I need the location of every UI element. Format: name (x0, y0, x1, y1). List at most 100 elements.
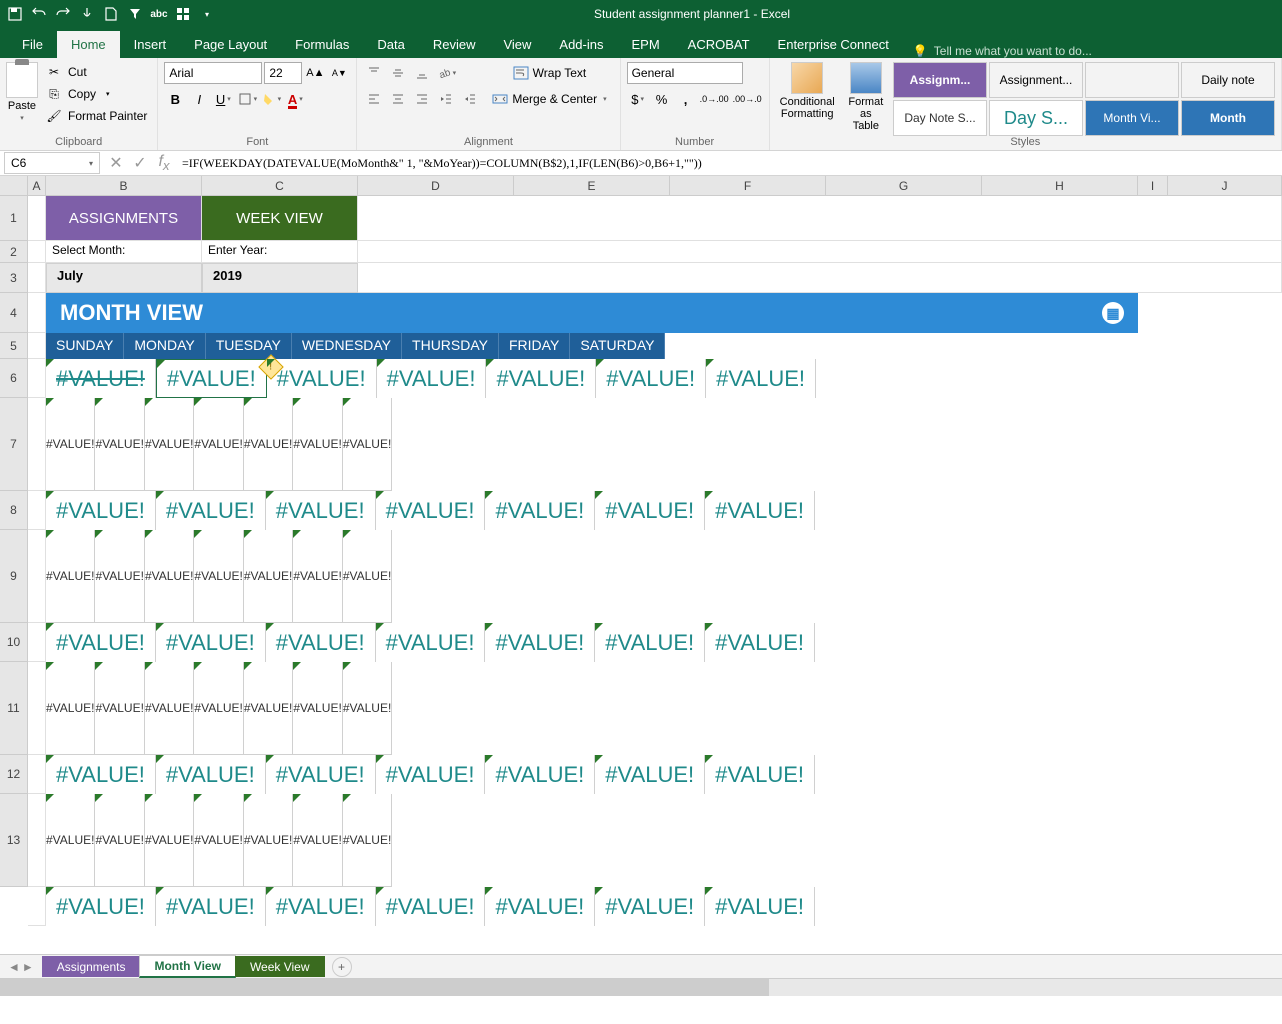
tab-home[interactable]: Home (57, 31, 120, 58)
select-all-corner[interactable] (0, 176, 28, 195)
col-header[interactable]: J (1168, 176, 1282, 195)
calendar-note-cell[interactable]: #VALUE! (244, 794, 293, 887)
calendar-date-cell[interactable]: #VALUE! (156, 491, 266, 530)
tab-enterprise[interactable]: Enterprise Connect (764, 31, 903, 58)
calendar-note-cell[interactable]: #VALUE! (95, 530, 144, 623)
col-header[interactable]: E (514, 176, 670, 195)
new-file-icon[interactable] (100, 3, 122, 25)
col-header[interactable]: G (826, 176, 982, 195)
col-header[interactable]: D (358, 176, 514, 195)
style-assignment[interactable]: Assignment... (989, 62, 1083, 98)
calendar-note-cell[interactable]: #VALUE! (46, 794, 95, 887)
align-left-button[interactable] (363, 88, 385, 110)
calendar-date-cell[interactable]: #VALUE!! (156, 359, 267, 398)
calendar-note-cell[interactable]: #VALUE! (343, 398, 392, 491)
increase-decimal-button[interactable]: .0→.00 (699, 88, 730, 110)
name-box[interactable]: C6▾ (4, 152, 100, 174)
calendar-note-cell[interactable]: #VALUE! (194, 398, 243, 491)
style-daily-note[interactable]: Daily note (1181, 62, 1275, 98)
align-middle-button[interactable] (387, 62, 409, 84)
row-header[interactable]: 1 (0, 196, 28, 241)
calendar-date-cell[interactable]: #VALUE! (156, 623, 266, 662)
row-header[interactable]: 6 (0, 359, 28, 398)
calendar-date-cell[interactable]: #VALUE! (595, 623, 705, 662)
row-header[interactable]: 5 (0, 333, 28, 359)
calendar-date-cell[interactable]: #VALUE! (376, 887, 486, 926)
year-input-cell[interactable]: 2019 (202, 263, 358, 293)
weekview-nav-button[interactable]: WEEK VIEW (202, 196, 358, 241)
pivot-icon[interactable] (172, 3, 194, 25)
row-header[interactable]: 4 (0, 293, 28, 333)
col-header[interactable]: A (28, 176, 46, 195)
align-bottom-button[interactable] (411, 62, 433, 84)
align-top-button[interactable] (363, 62, 385, 84)
tab-data[interactable]: Data (363, 31, 418, 58)
tab-review[interactable]: Review (419, 31, 490, 58)
calendar-icon[interactable]: ▦ (1102, 302, 1124, 324)
font-size-input[interactable] (264, 62, 302, 84)
calendar-note-cell[interactable]: #VALUE! (343, 530, 392, 623)
calendar-date-cell[interactable]: #VALUE! (156, 887, 266, 926)
calendar-date-cell[interactable]: #VALUE! (156, 755, 266, 794)
calendar-note-cell[interactable]: #VALUE! (145, 530, 194, 623)
calendar-date-cell[interactable]: #VALUE! (705, 491, 815, 530)
calendar-note-cell[interactable]: #VALUE! (95, 794, 144, 887)
calendar-note-cell[interactable]: #VALUE! (293, 530, 342, 623)
italic-button[interactable]: I (188, 88, 210, 110)
tab-formulas[interactable]: Formulas (281, 31, 363, 58)
style-month-vi[interactable]: Month Vi... (1085, 100, 1179, 136)
col-header[interactable]: B (46, 176, 202, 195)
accounting-format-button[interactable]: $ (627, 88, 649, 110)
decrease-decimal-button[interactable]: .00→.0 (732, 88, 763, 110)
calendar-note-cell[interactable]: #VALUE! (95, 662, 144, 755)
col-header[interactable]: I (1138, 176, 1168, 195)
tab-addins[interactable]: Add-ins (545, 31, 617, 58)
calendar-date-cell[interactable]: #VALUE! (266, 491, 376, 530)
tell-me-search[interactable]: 💡 Tell me what you want to do... (903, 44, 1102, 58)
decrease-font-button[interactable]: A▼ (328, 62, 350, 84)
calendar-note-cell[interactable]: #VALUE! (293, 794, 342, 887)
sheet-tab-assignments[interactable]: Assignments (42, 956, 141, 977)
new-sheet-button[interactable]: + (332, 957, 352, 977)
calendar-date-cell[interactable]: #VALUE! (376, 491, 486, 530)
calendar-note-cell[interactable]: #VALUE! (145, 398, 194, 491)
tab-nav-prev-icon[interactable]: ◄ (8, 960, 20, 974)
tab-file[interactable]: File (8, 31, 57, 58)
font-name-input[interactable] (164, 62, 262, 84)
tab-acrobat[interactable]: ACROBAT (674, 31, 764, 58)
calendar-date-cell[interactable]: #VALUE! (46, 623, 156, 662)
comma-format-button[interactable]: , (675, 88, 697, 110)
orientation-button[interactable]: ab (435, 62, 457, 84)
calendar-note-cell[interactable]: #VALUE! (46, 662, 95, 755)
calendar-note-cell[interactable]: #VALUE! (46, 398, 95, 491)
row-header[interactable]: 10 (0, 623, 28, 662)
calendar-date-cell[interactable]: #VALUE! (266, 755, 376, 794)
calendar-note-cell[interactable]: #VALUE! (46, 530, 95, 623)
calendar-note-cell[interactable]: #VALUE! (244, 398, 293, 491)
row-header[interactable]: 13 (0, 794, 28, 887)
redo-icon[interactable] (52, 3, 74, 25)
calendar-date-cell[interactable]: #VALUE! (705, 623, 815, 662)
row-header[interactable]: 8 (0, 491, 28, 530)
increase-indent-button[interactable] (459, 88, 481, 110)
merge-center-button[interactable]: Merge & Center (485, 88, 613, 110)
calendar-note-cell[interactable]: #VALUE! (343, 794, 392, 887)
col-header[interactable]: H (982, 176, 1138, 195)
filter-icon[interactable] (124, 3, 146, 25)
copy-button[interactable]: ⎘Copy▾ (42, 84, 151, 104)
qat-customize-icon[interactable]: ▾ (196, 3, 218, 25)
tab-epm[interactable]: EPM (617, 31, 673, 58)
col-header[interactable]: F (670, 176, 826, 195)
calendar-date-cell[interactable]: #VALUE! (705, 887, 815, 926)
row-header[interactable]: 11 (0, 662, 28, 755)
format-as-table-button[interactable]: Format as Table (843, 62, 889, 132)
calendar-date-cell[interactable]: #VALUE! (266, 623, 376, 662)
sheet-cells[interactable]: ASSIGNMENTS WEEK VIEW Select Month: Ente… (28, 196, 1282, 926)
align-right-button[interactable] (411, 88, 433, 110)
calendar-date-cell[interactable]: #VALUE! (377, 359, 487, 398)
spellcheck-icon[interactable]: abc (148, 3, 170, 25)
calendar-date-cell[interactable]: #VALUE! (705, 755, 815, 794)
format-painter-button[interactable]: 🖌Format Painter (42, 106, 151, 126)
paste-button[interactable]: Paste ▾ (6, 62, 38, 122)
sheet-tab-week-view[interactable]: Week View (235, 956, 325, 977)
